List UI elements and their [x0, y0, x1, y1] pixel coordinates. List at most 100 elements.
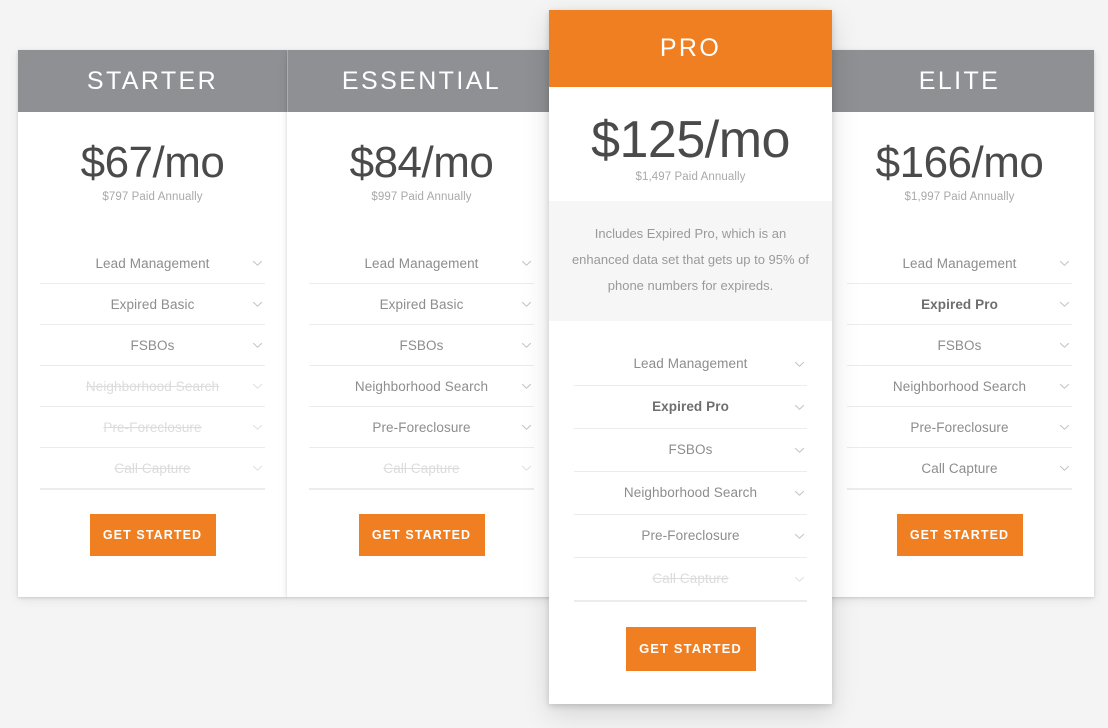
feature-label: Neighborhood Search [85, 378, 220, 394]
chevron-down-icon[interactable] [521, 258, 532, 269]
plan-price-block-pro: $125/mo $1,497 Paid Annually [549, 87, 832, 201]
chevron-down-icon[interactable] [521, 463, 532, 474]
feature-label: Lead Management [633, 356, 748, 372]
cta-wrap-starter: GET STARTED [18, 490, 287, 597]
feature-label: FSBOs [668, 442, 713, 458]
feature-label: Neighborhood Search [354, 378, 489, 394]
chevron-down-icon[interactable] [794, 573, 805, 584]
feature-label: Expired Basic [379, 296, 464, 312]
feature-list-starter: Lead Management Expired Basic FSBOs Neighbo… [40, 243, 265, 490]
feature-row[interactable]: Expired Basic [40, 284, 265, 326]
chevron-down-icon[interactable] [794, 401, 805, 412]
plan-price-block-elite: $166/mo $1,997 Paid Annually [825, 112, 1094, 209]
feature-label: FSBOs [937, 337, 982, 353]
chevron-down-icon[interactable] [794, 358, 805, 369]
feature-label: FSBOs [130, 337, 175, 353]
feature-label: Lead Management [902, 255, 1017, 271]
get-started-button-essential[interactable]: GET STARTED [358, 514, 485, 557]
feature-row[interactable]: FSBOs [309, 325, 534, 367]
plan-name-pro: PRO [549, 10, 832, 87]
plan-price-pro: $125/mo [591, 111, 790, 169]
feature-row[interactable]: Neighborhood Search [40, 366, 265, 408]
chevron-down-icon[interactable] [1059, 340, 1070, 351]
feature-label: Lead Management [95, 255, 210, 271]
feature-row[interactable]: Pre-Foreclosure [847, 407, 1072, 449]
chevron-down-icon[interactable] [252, 340, 263, 351]
feature-label: Expired Basic [110, 296, 195, 312]
chevron-down-icon[interactable] [794, 530, 805, 541]
chevron-down-icon[interactable] [252, 381, 263, 392]
plan-card-essential: ESSENTIAL $84/mo $997 Paid Annually Lead… [287, 50, 556, 597]
cta-wrap-essential: GET STARTED [287, 490, 556, 597]
plan-annual-price-essential: $997 Paid Annually [371, 191, 472, 204]
get-started-button-elite[interactable]: GET STARTED [896, 514, 1023, 557]
feature-row[interactable]: Lead Management [847, 243, 1072, 285]
feature-label: Pre-Foreclosure [372, 419, 471, 435]
plan-card-starter: STARTER $67/mo $797 Paid Annually Lead M… [18, 50, 287, 597]
chevron-down-icon[interactable] [252, 258, 263, 269]
plan-annual-price-pro: $1,497 Paid Annually [635, 170, 746, 183]
chevron-down-icon[interactable] [521, 340, 532, 351]
pricing-table: STARTER $67/mo $797 Paid Annually Lead M… [0, 0, 1108, 728]
feature-row[interactable]: Expired Pro [847, 284, 1072, 326]
plan-name-elite: ELITE [825, 50, 1094, 112]
feature-row[interactable]: Lead Management [309, 243, 534, 285]
chevron-down-icon[interactable] [1059, 299, 1070, 310]
feature-label: Call Capture [921, 460, 998, 476]
feature-row[interactable]: Lead Management [40, 243, 265, 285]
feature-row[interactable]: Expired Basic [309, 284, 534, 326]
feature-label: Pre-Foreclosure [103, 419, 202, 435]
feature-row[interactable]: Call Capture [574, 558, 807, 601]
cta-wrap-pro: GET STARTED [549, 602, 832, 704]
chevron-down-icon[interactable] [252, 422, 263, 433]
plan-annual-price-elite: $1,997 Paid Annually [904, 191, 1015, 204]
feature-row[interactable]: Call Capture [40, 448, 265, 490]
chevron-down-icon[interactable] [521, 422, 532, 433]
feature-label: Call Capture [652, 571, 729, 587]
feature-row[interactable]: FSBOs [847, 325, 1072, 367]
feature-list-pro: Lead Management Expired Pro FSBOs Neighborh… [574, 343, 807, 601]
chevron-down-icon[interactable] [1059, 381, 1070, 392]
feature-label: FSBOs [399, 337, 444, 353]
plan-price-starter: $67/mo [80, 138, 225, 187]
feature-row[interactable]: Neighborhood Search [574, 472, 807, 515]
chevron-down-icon[interactable] [1059, 463, 1070, 474]
chevron-down-icon[interactable] [794, 444, 805, 455]
feature-row[interactable]: Pre-Foreclosure [40, 407, 265, 449]
feature-row[interactable]: Call Capture [309, 448, 534, 490]
plan-price-essential: $84/mo [349, 138, 494, 187]
plan-price-elite: $166/mo [875, 138, 1044, 187]
feature-label: Neighborhood Search [892, 378, 1027, 394]
plan-annual-price-starter: $797 Paid Annually [102, 191, 203, 204]
feature-label: Expired Pro [652, 399, 729, 415]
chevron-down-icon[interactable] [1059, 258, 1070, 269]
chevron-down-icon[interactable] [252, 463, 263, 474]
feature-row[interactable]: Neighborhood Search [847, 366, 1072, 408]
cta-wrap-elite: GET STARTED [825, 490, 1094, 597]
feature-row[interactable]: Call Capture [847, 448, 1072, 490]
chevron-down-icon[interactable] [521, 299, 532, 310]
feature-label: Pre-Foreclosure [641, 528, 740, 544]
plan-name-essential: ESSENTIAL [287, 50, 556, 112]
plan-note-pro: Includes Expired Pro, which is an enhanc… [549, 200, 832, 321]
feature-row[interactable]: Lead Management [574, 343, 807, 386]
plan-price-block-essential: $84/mo $997 Paid Annually [287, 112, 556, 209]
feature-row[interactable]: Expired Pro [574, 386, 807, 429]
chevron-down-icon[interactable] [794, 487, 805, 498]
feature-label: Lead Management [364, 255, 479, 271]
feature-label: Neighborhood Search [623, 485, 758, 501]
feature-label: Pre-Foreclosure [910, 419, 1009, 435]
get-started-button-pro[interactable]: GET STARTED [625, 626, 756, 671]
chevron-down-icon[interactable] [252, 299, 263, 310]
plan-price-block-starter: $67/mo $797 Paid Annually [18, 112, 287, 209]
feature-label: Expired Pro [921, 296, 998, 312]
feature-row[interactable]: FSBOs [40, 325, 265, 367]
get-started-button-starter[interactable]: GET STARTED [89, 514, 216, 557]
feature-row[interactable]: Neighborhood Search [309, 366, 534, 408]
feature-row[interactable]: Pre-Foreclosure [309, 407, 534, 449]
chevron-down-icon[interactable] [521, 381, 532, 392]
chevron-down-icon[interactable] [1059, 422, 1070, 433]
feature-row[interactable]: FSBOs [574, 429, 807, 472]
feature-row[interactable]: Pre-Foreclosure [574, 515, 807, 558]
feature-list-essential: Lead Management Expired Basic FSBOs Neighbo… [309, 243, 534, 490]
